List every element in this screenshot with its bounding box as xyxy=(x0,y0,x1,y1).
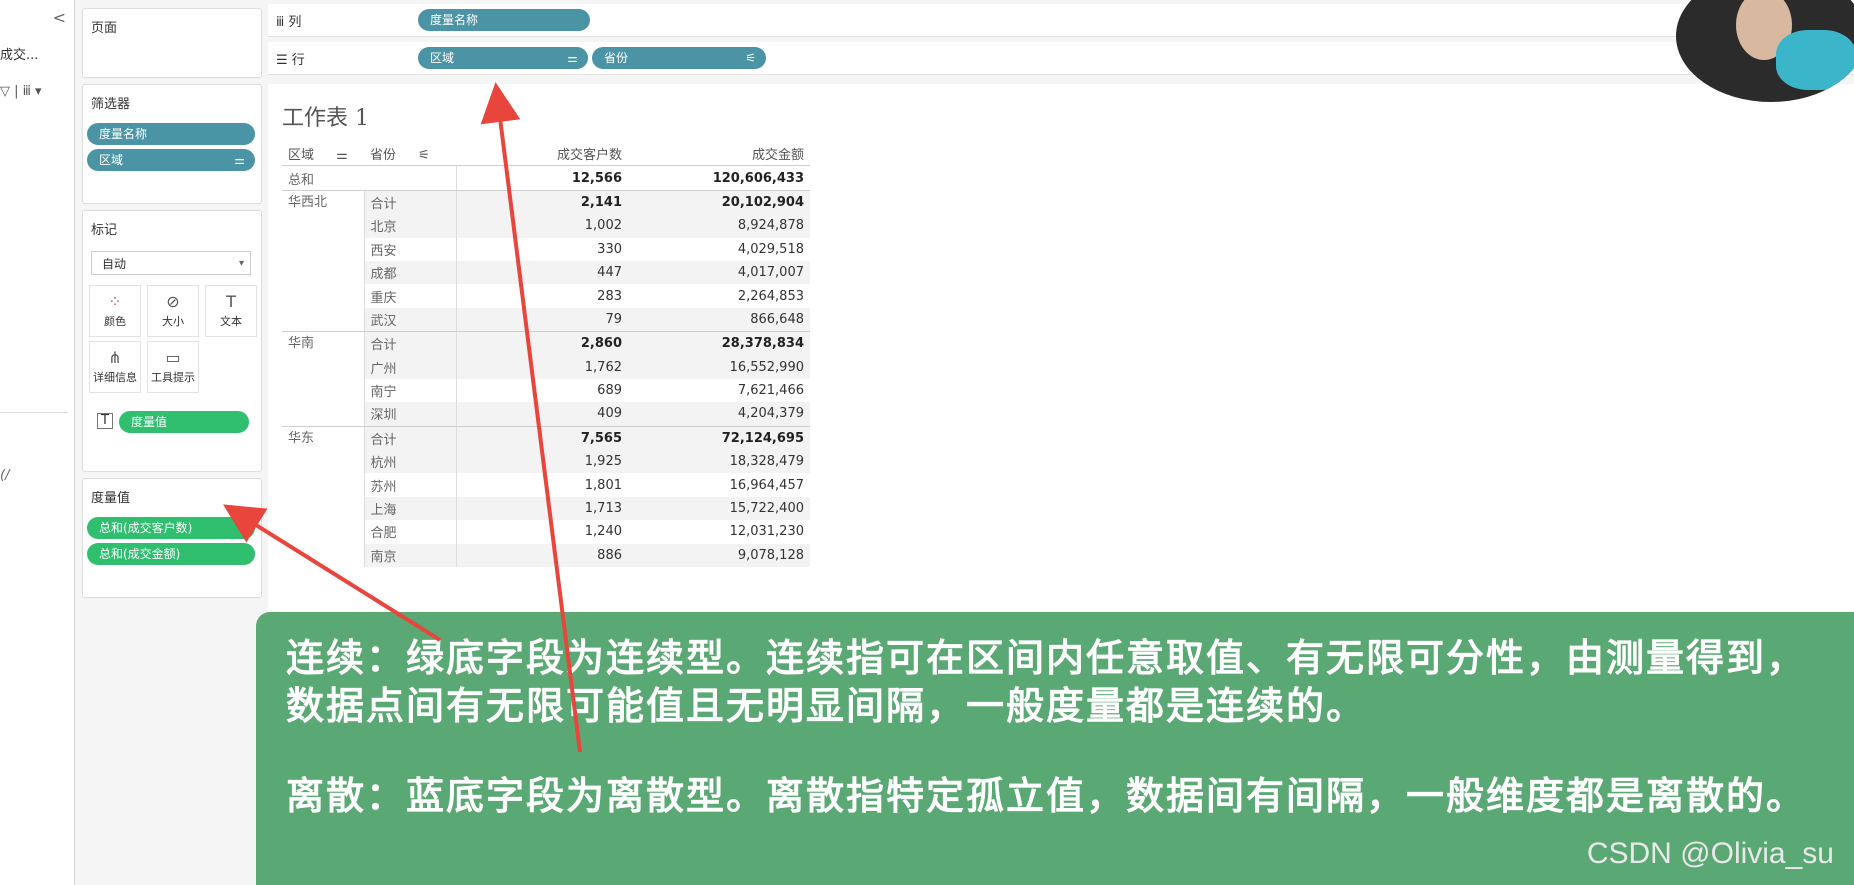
annotation-arrows xyxy=(223,82,582,753)
arrow-to-discrete-pill xyxy=(480,82,582,753)
watermark: CSDN @Olivia_su xyxy=(1586,837,1834,870)
arrow-to-continuous-pill xyxy=(223,504,442,642)
